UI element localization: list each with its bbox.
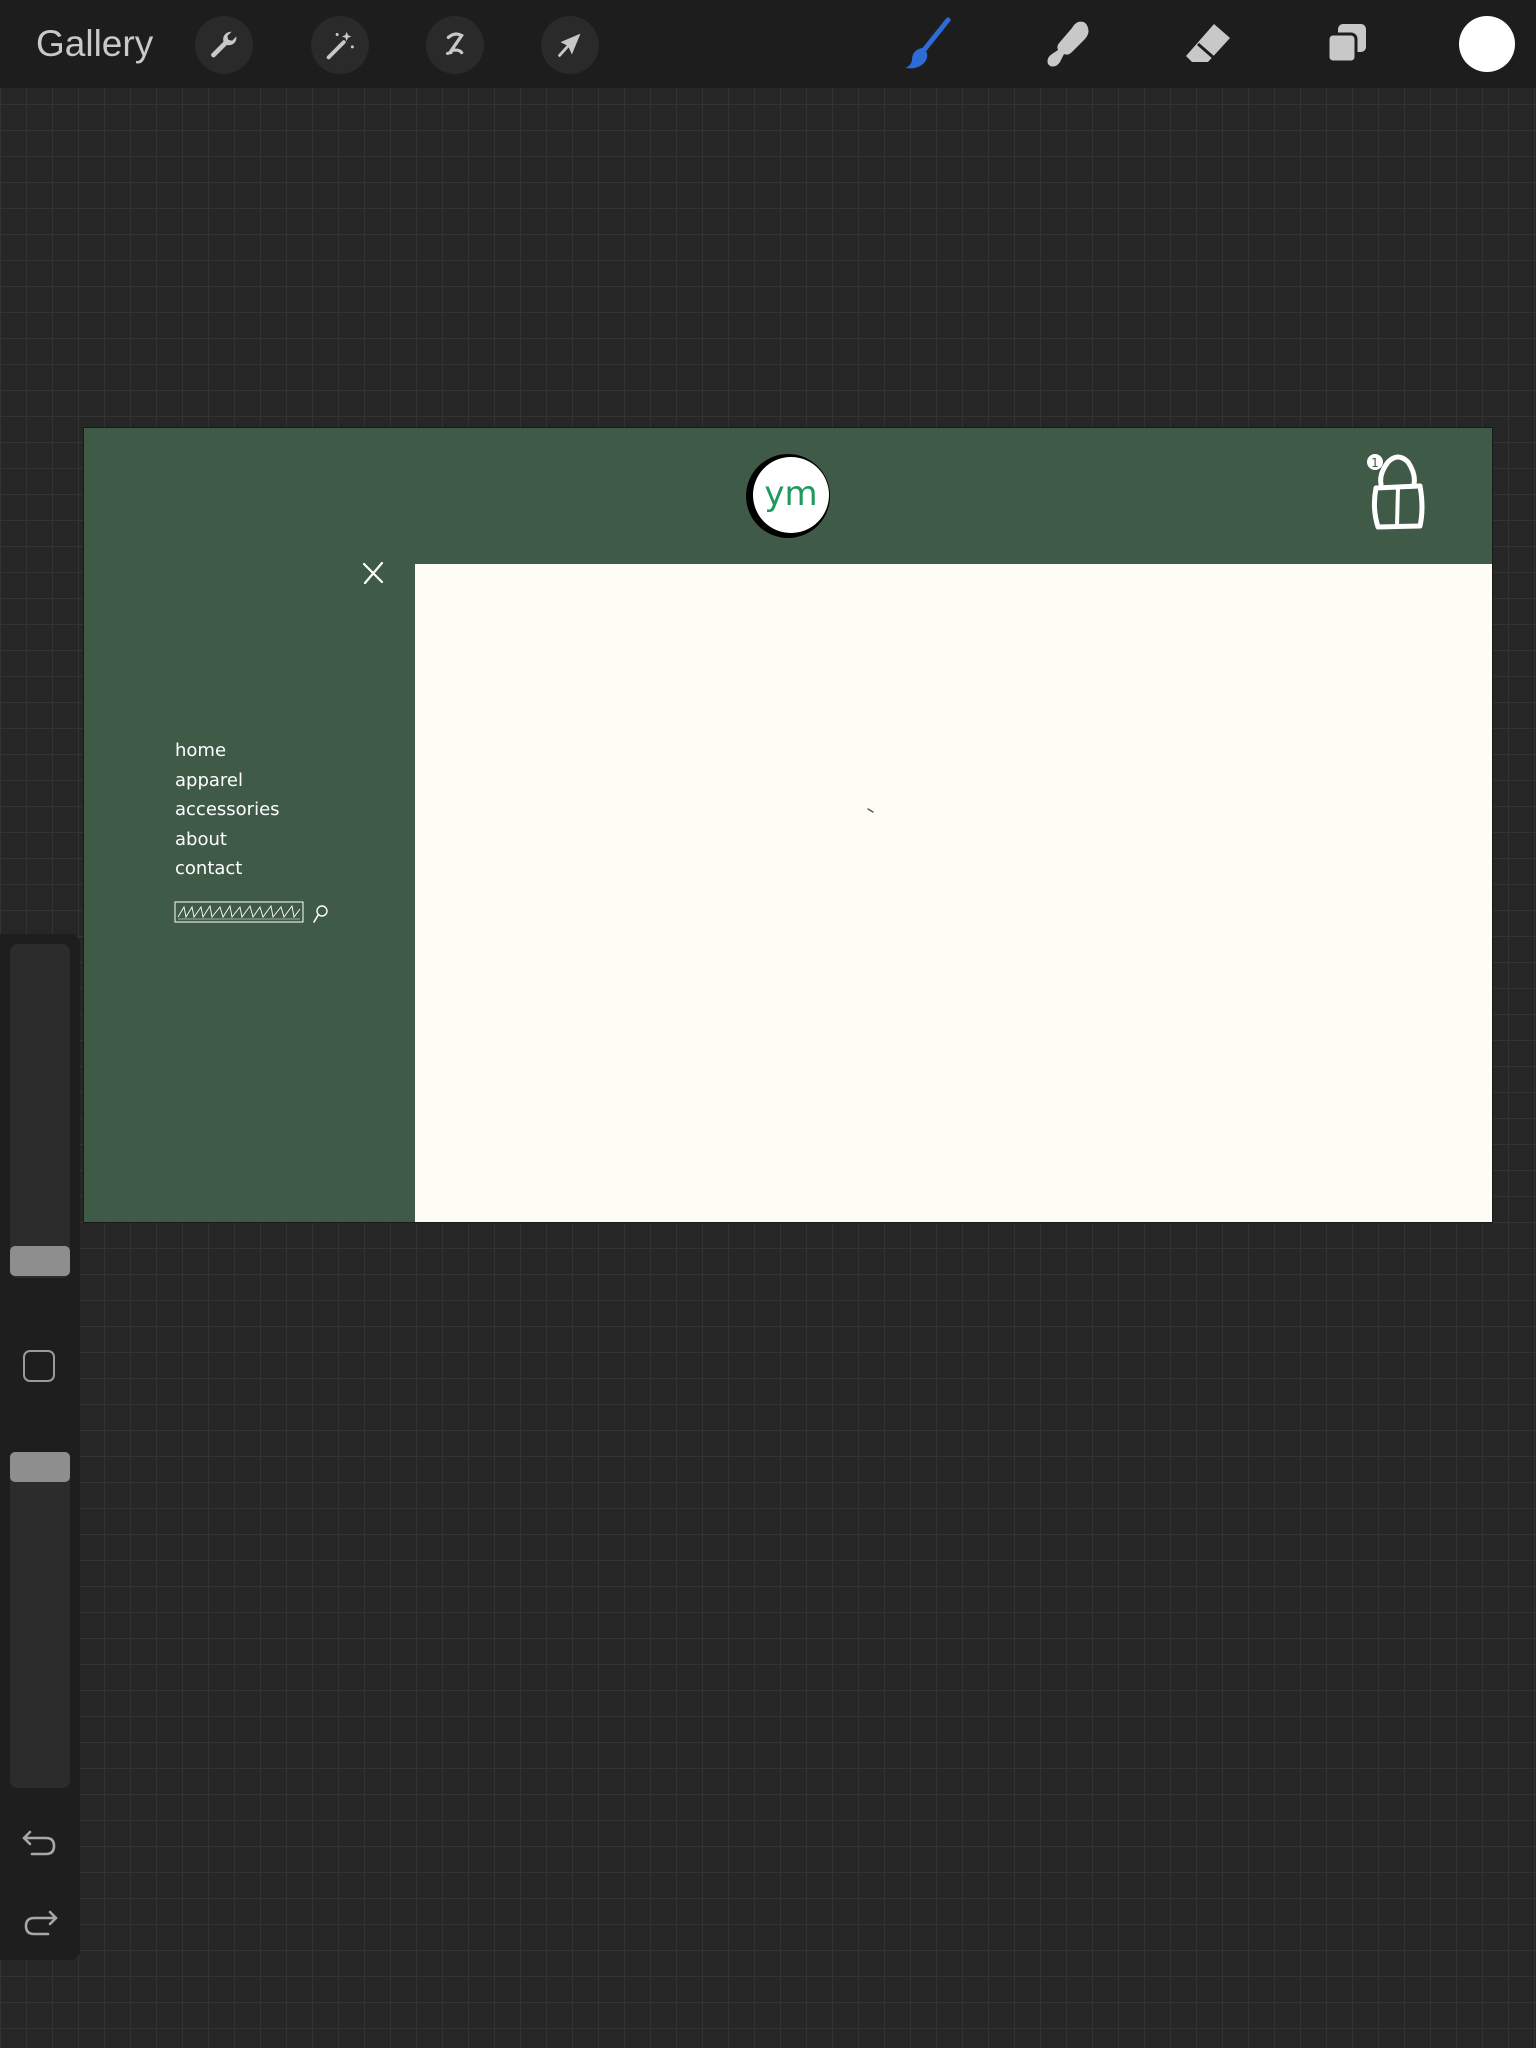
selection-button[interactable] bbox=[426, 16, 484, 74]
magic-wand-icon bbox=[326, 31, 354, 60]
stray-pen-mark bbox=[867, 808, 874, 813]
close-icon[interactable] bbox=[360, 560, 386, 586]
nav-item-home[interactable]: home bbox=[175, 736, 280, 766]
brush-size-handle[interactable] bbox=[10, 1246, 70, 1276]
search-input[interactable] bbox=[174, 901, 304, 923]
color-picker-button[interactable] bbox=[1459, 16, 1515, 72]
logo-text: ym bbox=[764, 474, 817, 514]
wrench-icon bbox=[211, 31, 237, 58]
top-toolbar: Gallery bbox=[0, 0, 1536, 88]
artwork-canvas[interactable]: ym 1 home apparel accessories about cont… bbox=[84, 428, 1492, 1222]
brush-tool-button[interactable] bbox=[896, 12, 960, 76]
brush-size-slider[interactable] bbox=[10, 944, 70, 1278]
smudge-icon bbox=[1047, 21, 1089, 67]
redo-icon[interactable] bbox=[20, 1900, 60, 1940]
brand-logo: ym bbox=[746, 454, 830, 538]
transform-button[interactable] bbox=[541, 16, 599, 74]
transform-arrow-icon bbox=[558, 33, 581, 57]
layers-icon bbox=[1326, 24, 1366, 64]
content-area bbox=[415, 564, 1492, 1222]
nav-item-accessories[interactable]: accessories bbox=[175, 795, 280, 825]
opacity-slider[interactable] bbox=[10, 1452, 70, 1788]
cart-count: 1 bbox=[1371, 456, 1379, 470]
shopping-bag-icon[interactable]: 1 bbox=[1364, 450, 1434, 532]
nav-item-contact[interactable]: contact bbox=[175, 854, 280, 884]
undo-icon[interactable] bbox=[20, 1820, 60, 1860]
nav-menu: home apparel accessories about contact bbox=[175, 736, 280, 884]
nav-item-apparel[interactable]: apparel bbox=[175, 766, 280, 796]
search-icon[interactable] bbox=[312, 903, 330, 925]
nav-item-about[interactable]: about bbox=[175, 825, 280, 855]
smudge-tool-button[interactable] bbox=[1036, 12, 1100, 76]
brush-icon bbox=[905, 17, 951, 69]
selection-icon bbox=[445, 32, 464, 55]
opacity-handle[interactable] bbox=[10, 1452, 70, 1482]
canvas-workspace[interactable]: Gallery ym 1 home apparel accessories ab… bbox=[0, 0, 1536, 2048]
eraser-icon bbox=[1186, 24, 1230, 62]
gallery-button[interactable]: Gallery bbox=[36, 20, 153, 68]
modify-button[interactable] bbox=[23, 1350, 55, 1382]
layers-button[interactable] bbox=[1316, 12, 1380, 76]
adjustments-button[interactable] bbox=[311, 16, 369, 74]
actions-button[interactable] bbox=[195, 16, 253, 74]
eraser-tool-button[interactable] bbox=[1176, 12, 1240, 76]
